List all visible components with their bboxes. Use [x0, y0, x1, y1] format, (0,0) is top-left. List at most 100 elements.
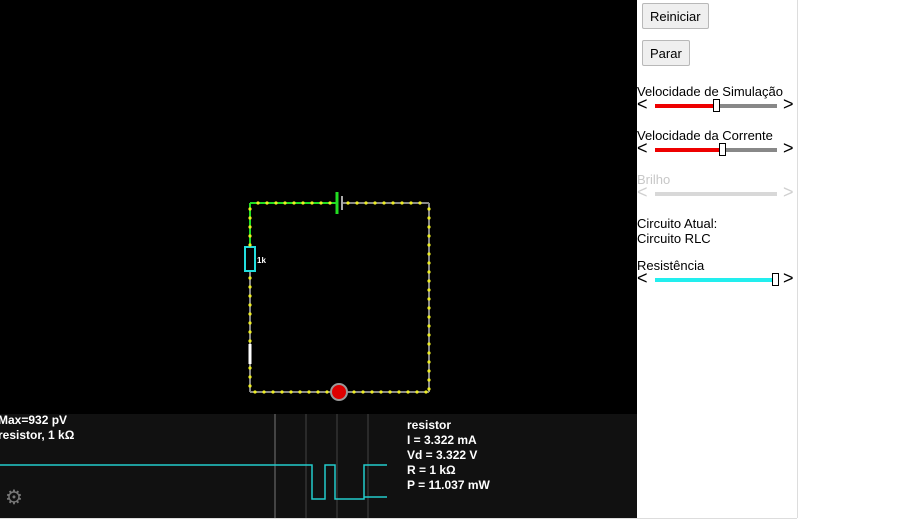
current-dot	[370, 390, 374, 394]
current-dot	[427, 360, 431, 364]
circuit-canvas[interactable]: 1k	[0, 0, 637, 414]
current-dot	[301, 201, 305, 205]
current-dot	[427, 315, 431, 319]
current-dot	[355, 201, 359, 205]
current-dot	[397, 390, 401, 394]
current-dot	[346, 201, 350, 205]
chevron-left-icon[interactable]: <	[637, 139, 648, 157]
current-speed-slider[interactable]: < >	[637, 139, 797, 158]
current-dot	[418, 201, 422, 205]
current-dot	[280, 390, 284, 394]
current-dot	[427, 378, 431, 382]
current-dot	[424, 390, 428, 394]
current-dot	[427, 279, 431, 283]
current-dot	[427, 270, 431, 274]
scope-plot	[0, 414, 387, 518]
current-dot	[427, 306, 431, 310]
current-dot	[248, 225, 252, 229]
reset-button[interactable]: Reiniciar	[642, 3, 709, 29]
current-circuit-name: Circuito RLC	[637, 231, 711, 246]
slider-fill	[655, 104, 716, 108]
current-dot	[427, 297, 431, 301]
current-dot	[427, 387, 431, 391]
current-dot	[391, 201, 395, 205]
sim-speed-slider[interactable]: < >	[637, 95, 797, 114]
current-dot	[274, 201, 278, 205]
current-dot	[307, 390, 311, 394]
current-dot	[248, 339, 252, 343]
current-dot	[248, 375, 252, 379]
current-dot	[248, 330, 252, 334]
current-dot	[406, 390, 410, 394]
current-speed-label: Velocidade da Corrente	[637, 128, 773, 143]
info-power: P = 11.037 mW	[407, 478, 490, 492]
current-dot	[248, 276, 252, 280]
slider-fill	[655, 148, 722, 152]
slider-track	[655, 192, 777, 196]
slider-track[interactable]	[655, 273, 779, 286]
info-current: I = 3.322 mA	[407, 433, 477, 447]
slider-thumb[interactable]	[713, 99, 720, 112]
resistor-label: 1k	[257, 256, 266, 265]
chevron-left-icon[interactable]: <	[637, 269, 648, 287]
stop-button[interactable]: Parar	[642, 40, 690, 66]
chevron-right-icon[interactable]: >	[783, 139, 794, 157]
current-dot	[427, 261, 431, 265]
current-dot	[427, 252, 431, 256]
current-dot	[292, 201, 296, 205]
current-dot	[364, 201, 368, 205]
current-dot	[427, 333, 431, 337]
slider-thumb[interactable]	[719, 143, 726, 156]
current-dot	[283, 201, 287, 205]
current-dot	[271, 390, 275, 394]
resistance-slider[interactable]: < >	[637, 269, 797, 288]
current-circuit-label: Circuito Atual:	[637, 216, 718, 231]
current-dot	[400, 201, 404, 205]
current-dot	[289, 390, 293, 394]
current-dot	[427, 369, 431, 373]
sim-speed-label: Velocidade de Simulação	[637, 84, 783, 99]
current-dot	[427, 225, 431, 229]
circuit-node-element[interactable]	[330, 383, 348, 401]
current-dot	[427, 243, 431, 247]
current-dot	[427, 207, 431, 211]
circuit-diagram[interactable]: 1k	[0, 0, 637, 414]
current-dot	[248, 303, 252, 307]
slider-track[interactable]	[655, 99, 777, 112]
chevron-left-icon[interactable]: <	[637, 95, 648, 113]
current-dot	[319, 201, 323, 205]
current-dot	[248, 294, 252, 298]
scope-max-label: Max=932 pV	[0, 414, 68, 427]
current-dot	[382, 201, 386, 205]
current-dot	[388, 390, 392, 394]
scope-trace	[0, 464, 387, 500]
current-dot	[427, 288, 431, 292]
slider-track[interactable]	[655, 143, 777, 156]
info-voltage: Vd = 3.322 V	[407, 448, 478, 462]
current-dot	[253, 390, 257, 394]
current-dot	[248, 366, 252, 370]
scope-panel[interactable]: Max=932 pV resistor, 1 kΩ resistor I = 3…	[0, 414, 637, 518]
current-dot	[328, 201, 332, 205]
current-dot	[427, 324, 431, 328]
resistor[interactable]	[244, 246, 256, 272]
current-dot	[427, 216, 431, 220]
current-dot	[427, 342, 431, 346]
chevron-left-icon: <	[637, 182, 648, 202]
current-dot	[256, 201, 260, 205]
current-dot	[248, 243, 252, 247]
chevron-right-icon[interactable]: >	[783, 95, 794, 113]
current-dot	[262, 390, 266, 394]
gear-icon[interactable]: ⚙	[5, 488, 23, 508]
slider-thumb[interactable]	[772, 273, 779, 286]
current-dot	[265, 201, 269, 205]
current-dot	[379, 390, 383, 394]
info-title: resistor	[407, 418, 452, 432]
current-dot	[316, 390, 320, 394]
current-dot	[248, 321, 252, 325]
current-dot	[248, 285, 252, 289]
chevron-right-icon[interactable]: >	[783, 269, 794, 287]
current-dot	[248, 312, 252, 316]
current-dot	[352, 390, 356, 394]
current-dot	[248, 216, 252, 220]
